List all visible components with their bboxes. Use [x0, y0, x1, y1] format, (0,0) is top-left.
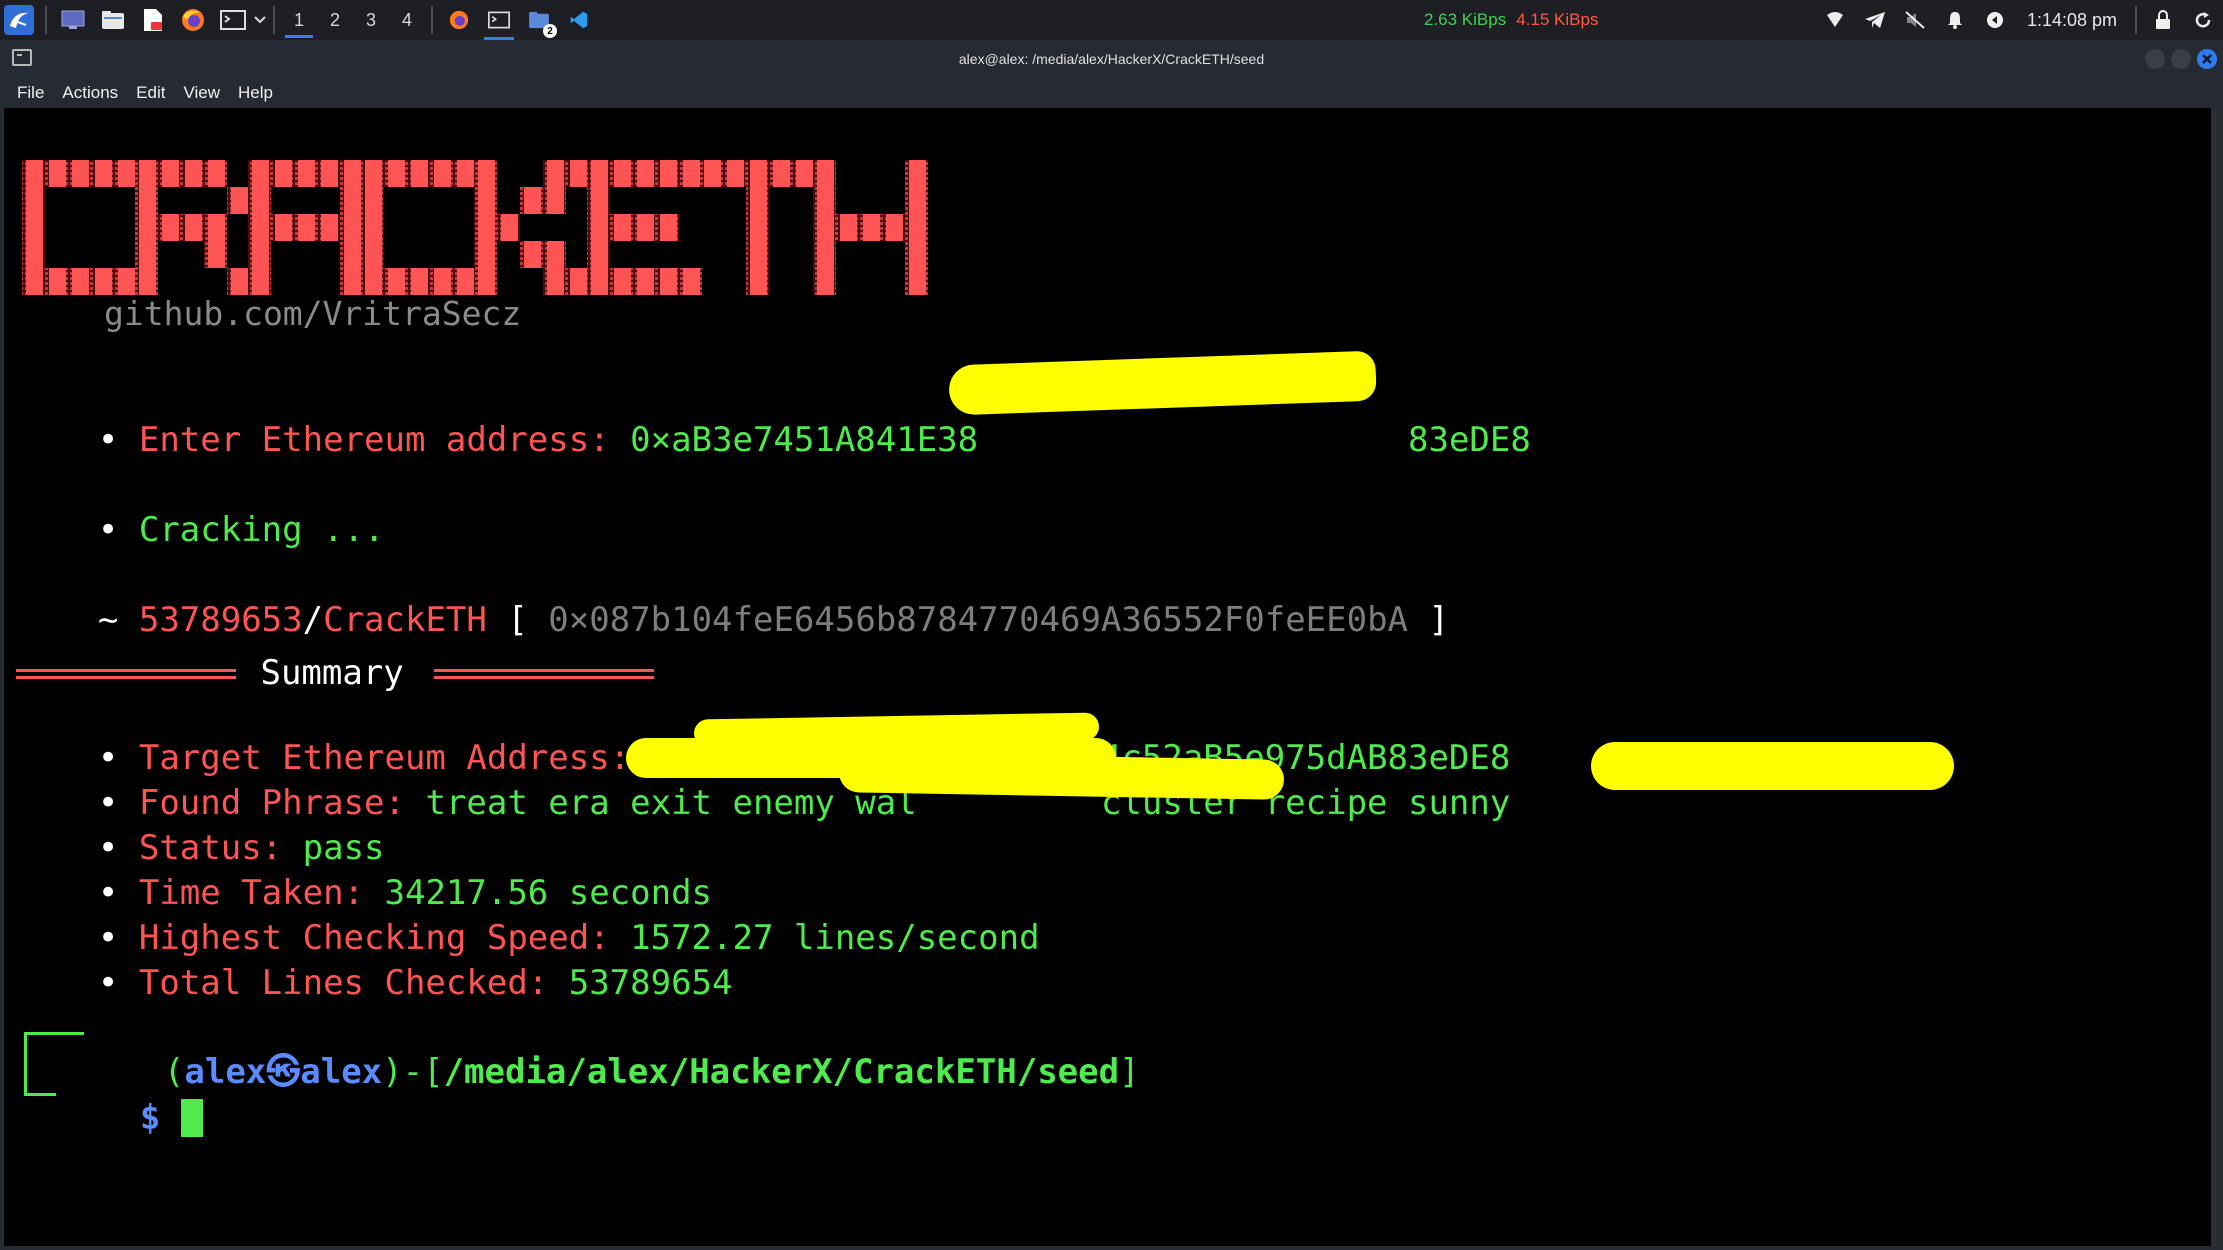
enter-address-value-start: 0×aB3e7451A841E38 — [630, 420, 979, 460]
top-panel: 1 2 3 4 2 2.63 KiBps 4.15 KiBps 1:14:08 … — [0, 0, 2223, 40]
bracket-open: [ — [486, 600, 549, 640]
bullet: • — [97, 510, 119, 550]
panel-separator — [45, 6, 47, 34]
window-title: alex@alex: /media/alex/HackerX/CrackETH/… — [958, 51, 1265, 67]
summary-title: Summary — [240, 653, 425, 693]
window-count-badge: 2 — [543, 24, 557, 38]
menu-file[interactable]: File — [8, 78, 53, 108]
counter-value: 53789653 — [138, 600, 303, 640]
maximize-button[interactable] — [2171, 49, 2191, 69]
desktop-icon[interactable] — [58, 5, 88, 35]
workspace-3[interactable]: 3 — [353, 0, 389, 40]
network-monitor: 2.63 KiBps 4.15 KiBps — [1424, 0, 1598, 40]
workspace-4[interactable]: 4 — [389, 0, 425, 40]
redaction-mark — [838, 752, 1285, 800]
candidate-address: 0×087b104feE6456b8784770469A36552F0feEE0… — [548, 600, 1409, 640]
bullet: • — [97, 963, 119, 1003]
chevron-down-icon[interactable] — [253, 5, 267, 35]
bell-icon[interactable] — [1935, 0, 1975, 40]
redaction-mark — [1591, 742, 1954, 790]
cracketh-banner-logo — [22, 160, 928, 295]
terminal-area[interactable]: github.com/VritraSecz • Enter Ethereum a… — [0, 108, 2223, 1250]
menu-actions[interactable]: Actions — [53, 78, 127, 108]
task-terminal-icon[interactable] — [484, 5, 514, 40]
prompt-corner-bottom — [24, 1058, 56, 1096]
close-button[interactable] — [2197, 49, 2217, 69]
summary-value: 53789654 — [568, 963, 733, 1003]
bullet: • — [97, 420, 119, 460]
file-manager-icon[interactable] — [98, 5, 128, 35]
terminal-window-icon — [12, 49, 32, 66]
wifi-icon[interactable] — [1815, 0, 1855, 40]
cracking-text: Cracking ... — [138, 510, 385, 550]
panel-separator — [2135, 6, 2137, 34]
summary-rule-left — [16, 669, 236, 679]
task-file-manager-icon[interactable]: 2 — [524, 5, 557, 38]
vscode-icon[interactable] — [564, 5, 594, 35]
enter-address-value-end: 83eDE8 — [1408, 420, 1531, 460]
workspace-2[interactable]: 2 — [317, 0, 353, 40]
terminal-icon[interactable] — [218, 5, 248, 35]
tilde: ~ — [97, 600, 139, 640]
prompt-host: alex — [300, 1052, 383, 1092]
github-link: github.com/VritraSecz — [104, 294, 522, 333]
panel-separator — [431, 6, 433, 34]
menu-bar: File Actions Edit View Help — [0, 78, 2223, 108]
mute-icon[interactable] — [1895, 0, 1935, 40]
system-tray: 1:14:08 pm — [1815, 0, 2223, 40]
tool-name: CrackETH — [323, 600, 487, 640]
menu-help[interactable]: Help — [229, 78, 282, 108]
kali-menu-icon[interactable] — [4, 5, 34, 35]
prompt-symbol: $ — [139, 1098, 161, 1138]
workspace-1[interactable]: 1 — [281, 0, 317, 40]
bracket-close: ] — [1408, 600, 1449, 640]
task-firefox-icon[interactable] — [444, 5, 474, 35]
progress-line: ~ 53789653/CrackETH [ 0×087b104feE6456b8… — [16, 560, 1449, 680]
firefox-icon[interactable] — [178, 5, 208, 35]
minimize-button[interactable] — [2145, 49, 2165, 69]
terminal-cursor[interactable] — [180, 1099, 203, 1137]
summary-label: Total Lines Checked: — [138, 963, 569, 1003]
lock-icon[interactable] — [2143, 0, 2183, 40]
window-titlebar[interactable]: alex@alex: /media/alex/HackerX/CrackETH/… — [0, 40, 2223, 78]
net-upload-rate: 4.15 KiBps — [1516, 10, 1599, 29]
refresh-icon[interactable] — [2183, 0, 2223, 40]
menu-view[interactable]: View — [174, 78, 229, 108]
slash: / — [302, 600, 324, 640]
scrollbar[interactable] — [2211, 108, 2217, 1246]
input-line[interactable]: $ — [58, 1058, 203, 1178]
power-icon[interactable] — [1975, 0, 2015, 40]
telegram-icon[interactable] — [1855, 0, 1895, 40]
prompt-at-icon: ㉿ — [266, 1052, 301, 1092]
summary-rule-right — [434, 669, 654, 679]
prompt-line: (alex㉿alex)-[/media/alex/HackerX/CrackET… — [163, 1052, 1140, 1092]
menu-edit[interactable]: Edit — [127, 78, 174, 108]
prompt-path: /media/alex/HackerX/CrackETH/seed — [443, 1052, 1120, 1092]
enter-address-label: Enter Ethereum address: — [138, 420, 631, 460]
panel-separator — [273, 6, 275, 34]
net-download-rate: 2.63 KiBps — [1424, 10, 1507, 29]
clock[interactable]: 1:14:08 pm — [2015, 10, 2129, 31]
text-editor-icon[interactable] — [138, 5, 168, 35]
